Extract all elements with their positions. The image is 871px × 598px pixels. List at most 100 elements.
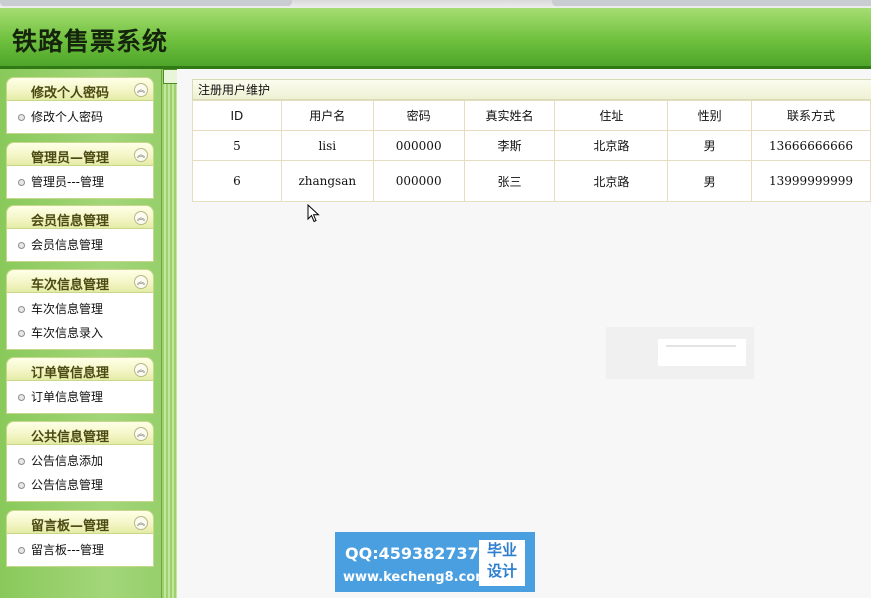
sidebar-group-title: 管理员—管理: [30, 151, 109, 166]
bullet-icon: [18, 179, 25, 186]
sidebar-item-label: 车次信息录入: [31, 326, 104, 340]
collapse-chevron-icon[interactable]: ︽: [134, 516, 148, 530]
sidebar-item-label: 会员信息管理: [31, 238, 104, 252]
sidebar-item-train-manage[interactable]: 车次信息管理: [7, 297, 153, 321]
sidebar-item-label: 订单信息管理: [31, 390, 104, 404]
sidebar-item-admin-manage[interactable]: 管理员---管理: [7, 170, 153, 194]
sidebar-group-members: 会员信息管理 ︽ 会员信息管理: [6, 205, 154, 262]
sidebar-group-title: 公共信息管理: [30, 430, 109, 445]
sidebar-group-header[interactable]: 公共信息管理 ︽: [6, 421, 154, 445]
collapse-chevron-icon[interactable]: ︽: [134, 211, 148, 225]
faded-overlay-line: [666, 345, 736, 347]
cell-realname: 李斯: [463, 130, 556, 161]
sidebar-group-password: 修改个人密码 ︽ 修改个人密码: [6, 77, 154, 134]
sidebar-group-title: 留言板—管理: [30, 519, 109, 534]
sidebar-group-body: 会员信息管理: [6, 229, 154, 262]
collapse-chevron-icon[interactable]: ︽: [134, 275, 148, 289]
sidebar-item-label: 公告信息添加: [31, 454, 104, 468]
sidebar-group-orders: 订单管信息理 ︽ 订单信息管理: [6, 357, 154, 414]
mouse-pointer-icon: [307, 204, 320, 223]
app-title: 铁路售票系统: [12, 27, 169, 56]
sidebar-item-message-manage[interactable]: 留言板---管理: [7, 538, 153, 562]
bullet-icon: [18, 330, 25, 337]
sidebar-group-body: 修改个人密码: [6, 101, 154, 134]
sidebar-group-title: 修改个人密码: [30, 86, 109, 101]
sidebar-group-header[interactable]: 车次信息管理 ︽: [6, 269, 154, 293]
collapse-chevron-icon[interactable]: ︽: [134, 363, 148, 377]
main-content: 注册用户维护 ID 用户名 密码 真实姓名 住址 性别 联系方式 5 lisi …: [177, 69, 871, 598]
column-header-username: 用户名: [280, 100, 374, 131]
sidebar-group-header[interactable]: 会员信息管理 ︽: [6, 205, 154, 229]
sidebar-item-label: 修改个人密码: [31, 110, 104, 124]
bullet-icon: [18, 242, 25, 249]
table-row: 5 lisi 000000 李斯 北京路 男 13666666666: [192, 130, 871, 161]
cell-address: 北京路: [554, 130, 669, 161]
collapse-chevron-icon[interactable]: ︽: [134, 83, 148, 97]
bullet-icon: [18, 458, 25, 465]
sidebar-group-messages: 留言板—管理 ︽ 留言板---管理: [6, 510, 154, 567]
sidebar-item-label: 留言板---管理: [31, 543, 104, 557]
watermark-badge-line1: 毕业: [486, 541, 517, 559]
bullet-icon: [18, 394, 25, 401]
sidebar-group-header[interactable]: 修改个人密码 ︽: [6, 77, 154, 101]
browser-tab[interactable]: [552, 0, 871, 6]
cell-realname: 张三: [463, 160, 556, 202]
faded-overlay-box: [606, 327, 754, 379]
sidebar-group-trains: 车次信息管理 ︽ 车次信息管理 车次信息录入: [6, 269, 154, 350]
sidebar-group-header[interactable]: 订单管信息理 ︽: [6, 357, 154, 381]
sidebar-item-member-manage[interactable]: 会员信息管理: [7, 233, 153, 257]
faded-overlay-inner: [658, 339, 746, 366]
cell-phone: 13999999999: [751, 160, 871, 202]
sidebar-item-order-manage[interactable]: 订单信息管理: [7, 385, 153, 409]
column-header-gender: 性别: [667, 100, 753, 131]
splitter-toggle-handle[interactable]: [163, 69, 178, 84]
bullet-icon: [18, 114, 25, 121]
sidebar-group-title: 车次信息管理: [30, 278, 109, 293]
sidebar-group-body: 订单信息管理: [6, 381, 154, 414]
sidebar-item-label: 车次信息管理: [31, 302, 104, 316]
watermark-banner: QQ:459382737 www.kecheng8.com 毕业 设计: [335, 532, 535, 592]
watermark-site: www.kecheng8.com: [343, 570, 489, 585]
watermark-badge: 毕业 设计: [479, 540, 525, 586]
sidebar: 修改个人密码 ︽ 修改个人密码 管理员—管理 ︽ 管理员---管理 会员信息管理…: [0, 69, 177, 598]
sidebar-item-change-password[interactable]: 修改个人密码: [7, 105, 153, 129]
cell-username: lisi: [280, 130, 374, 161]
sidebar-group-body: 公告信息添加 公告信息管理: [6, 445, 154, 502]
sidebar-group-body: 留言板---管理: [6, 534, 154, 567]
sidebar-group-body: 管理员---管理: [6, 166, 154, 199]
table-header-row: ID 用户名 密码 真实姓名 住址 性别 联系方式: [192, 100, 871, 131]
cell-id: 5: [192, 130, 282, 161]
sidebar-item-label: 管理员---管理: [31, 175, 104, 189]
table-row: 6 zhangsan 000000 张三 北京路 男 13999999999: [192, 160, 871, 202]
browser-tab-strip: [0, 0, 871, 8]
panel-title: 注册用户维护: [192, 79, 871, 100]
sidebar-group-header[interactable]: 管理员—管理 ︽: [6, 142, 154, 166]
bullet-icon: [18, 306, 25, 313]
cell-password: 000000: [372, 130, 465, 161]
bullet-icon: [18, 547, 25, 554]
sidebar-group-body: 车次信息管理 车次信息录入: [6, 293, 154, 350]
sidebar-group-header[interactable]: 留言板—管理 ︽: [6, 510, 154, 534]
sidebar-group-notices: 公共信息管理 ︽ 公告信息添加 公告信息管理: [6, 421, 154, 502]
cell-gender: 男: [667, 130, 753, 161]
users-table: ID 用户名 密码 真实姓名 住址 性别 联系方式 5 lisi 000000 …: [192, 100, 871, 202]
cell-gender: 男: [667, 160, 753, 202]
watermark-badge-line2: 设计: [486, 562, 517, 580]
column-header-id: ID: [192, 100, 282, 131]
sidebar-splitter[interactable]: [161, 69, 178, 598]
bullet-icon: [18, 482, 25, 489]
collapse-chevron-icon[interactable]: ︽: [134, 148, 148, 162]
sidebar-group-admin: 管理员—管理 ︽ 管理员---管理: [6, 142, 154, 199]
cell-address: 北京路: [554, 160, 669, 202]
sidebar-item-notice-manage[interactable]: 公告信息管理: [7, 473, 153, 497]
collapse-chevron-icon[interactable]: ︽: [134, 427, 148, 441]
cell-phone: 13666666666: [751, 130, 871, 161]
sidebar-item-notice-add[interactable]: 公告信息添加: [7, 449, 153, 473]
column-header-address: 住址: [554, 100, 669, 131]
app-header: 铁路售票系统: [0, 8, 871, 69]
browser-tab[interactable]: [0, 0, 292, 6]
sidebar-item-train-entry[interactable]: 车次信息录入: [7, 321, 153, 345]
sidebar-group-title: 订单管信息理: [30, 366, 109, 381]
sidebar-item-label: 公告信息管理: [31, 478, 104, 492]
column-header-password: 密码: [372, 100, 465, 131]
